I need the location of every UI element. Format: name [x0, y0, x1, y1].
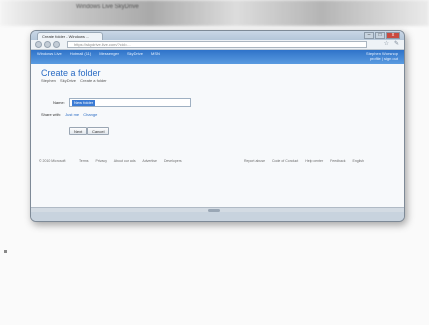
- share-label: Share with:: [41, 112, 62, 117]
- forward-icon[interactable]: [44, 41, 51, 48]
- window-controls: – □ x: [363, 32, 400, 39]
- footer-links-right: Report abuse Code of Conduct Help center…: [244, 159, 370, 163]
- page-title: Create a folder: [41, 68, 101, 78]
- minimize-button[interactable]: –: [364, 32, 374, 39]
- nav-item-skydrive[interactable]: SkyDrive: [127, 51, 143, 57]
- nav-item-msn[interactable]: MSN: [151, 51, 160, 57]
- footer-link-terms[interactable]: Terms: [79, 159, 89, 163]
- share-value: Just me: [65, 112, 80, 117]
- status-bar: [31, 212, 404, 221]
- footer-link-report-abuse[interactable]: Report abuse: [244, 159, 265, 163]
- footer-copyright: © 2010 Microsoft: [39, 159, 66, 163]
- browser-window: Create folder - Windows ... – □ x https:…: [30, 30, 405, 222]
- footer-link-feedback[interactable]: Feedback: [330, 159, 345, 163]
- breadcrumb-item-home[interactable]: Stephen: [41, 78, 56, 83]
- nav-item-messenger[interactable]: Messenger: [99, 51, 119, 57]
- folder-name-input[interactable]: New folder: [69, 98, 191, 107]
- cancel-button[interactable]: Cancel: [87, 127, 110, 135]
- account-links[interactable]: profile | sign out: [366, 56, 398, 61]
- photo-edge-mark: [4, 250, 7, 253]
- close-button[interactable]: x: [386, 32, 400, 39]
- share-row: Share with: Just me Change: [41, 112, 97, 117]
- star-icon[interactable]: ☆: [384, 41, 389, 48]
- footer-link-help-center[interactable]: Help center: [305, 159, 323, 163]
- footer-link-advertise[interactable]: Advertise: [142, 159, 157, 163]
- footer-link-privacy[interactable]: Privacy: [96, 159, 107, 163]
- footer-link-about-ads[interactable]: About our ads: [114, 159, 136, 163]
- footer-links-left: Terms Privacy About our ads Advertise De…: [79, 159, 188, 163]
- nav-item-hotmail[interactable]: Hotmail (11): [70, 51, 92, 57]
- nav-item-windows-live[interactable]: Windows Live: [37, 51, 62, 57]
- footer-link-language[interactable]: English: [353, 159, 364, 163]
- browser-tab[interactable]: Create folder - Windows ...: [37, 32, 103, 40]
- skydrive-nav: Windows Live Hotmail (11) Messenger SkyD…: [37, 51, 160, 57]
- footer-link-developers[interactable]: Developers: [164, 159, 182, 163]
- photo-top-caption: Windows Live SkyDrive: [76, 4, 139, 10]
- page-content: Create a folder Stephen SkyDrive Create …: [31, 64, 404, 207]
- footer-link-code-of-conduct[interactable]: Code of Conduct: [272, 159, 298, 163]
- photo-top-smear: [0, 0, 429, 26]
- folder-name-value: New folder: [72, 100, 96, 106]
- address-bar: https://skydrive.live.com/?cid=... ☆ ✎: [31, 40, 404, 50]
- next-button[interactable]: Next: [69, 127, 88, 135]
- breadcrumb-item-skydrive[interactable]: SkyDrive: [60, 78, 76, 83]
- back-icon[interactable]: [35, 41, 42, 48]
- wrench-icon[interactable]: ✎: [394, 41, 399, 48]
- url-field[interactable]: https://skydrive.live.com/?cid=...: [67, 41, 367, 48]
- share-change-link[interactable]: Change: [83, 112, 97, 117]
- skydrive-header: Windows Live Hotmail (11) Messenger SkyD…: [31, 50, 404, 64]
- refresh-icon[interactable]: [53, 41, 60, 48]
- name-label: Name:: [53, 100, 65, 105]
- account-area: Stephen Worsnop profile | sign out: [366, 51, 398, 61]
- maximize-button[interactable]: □: [375, 32, 385, 39]
- breadcrumb: Stephen SkyDrive Create a folder: [41, 78, 110, 83]
- breadcrumb-item-current: Create a folder: [80, 78, 107, 83]
- browser-titlebar: Create folder - Windows ... – □ x: [31, 31, 404, 40]
